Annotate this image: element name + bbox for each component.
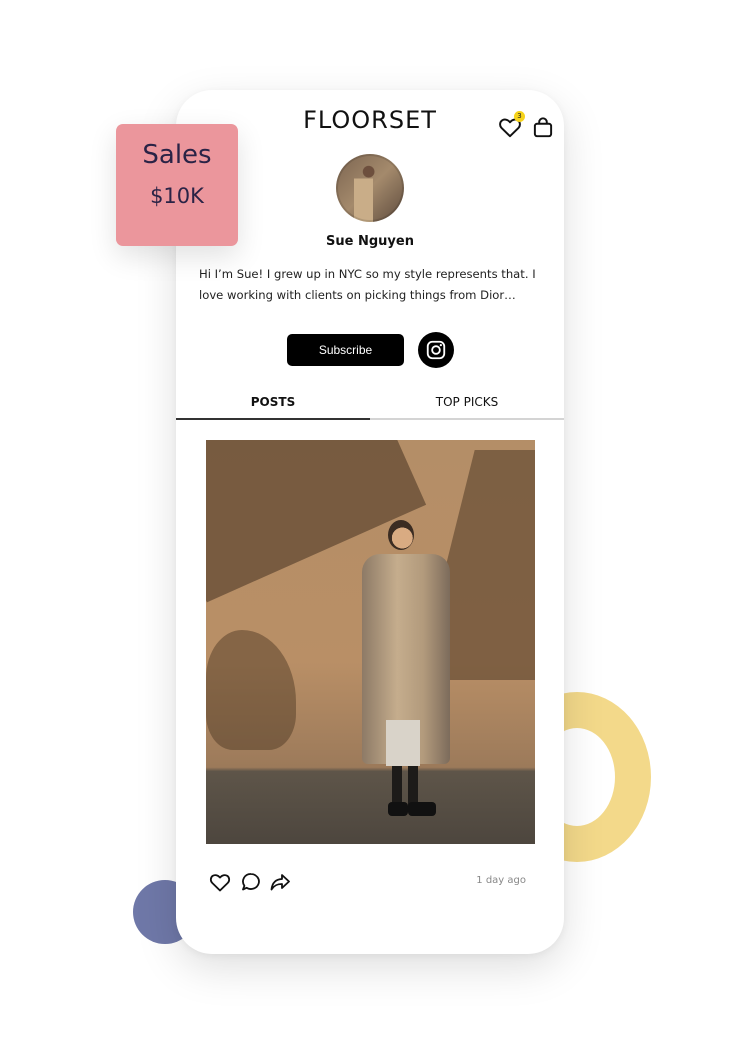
instagram-button[interactable] bbox=[418, 332, 454, 368]
like-button[interactable] bbox=[208, 870, 232, 894]
wishlist-button[interactable]: 3 bbox=[497, 111, 525, 140]
instagram-icon bbox=[426, 340, 446, 360]
post-subject bbox=[346, 520, 496, 820]
post-timestamp: 1 day ago bbox=[476, 875, 526, 886]
profile-bio: Hi I’m Sue! I grew up in NYC so my style… bbox=[199, 267, 536, 302]
comment-button[interactable] bbox=[239, 870, 263, 894]
comment-icon bbox=[242, 873, 260, 891]
share-icon bbox=[270, 874, 290, 891]
subscribe-button[interactable]: Subscribe bbox=[287, 334, 404, 366]
tab-posts[interactable]: POSTS bbox=[176, 390, 370, 420]
share-button[interactable] bbox=[268, 870, 292, 894]
sales-card: Sales $10K bbox=[116, 124, 238, 246]
profile-tabs: POSTS TOP PICKS bbox=[176, 390, 564, 420]
sales-card-value: $10K bbox=[150, 184, 204, 208]
sales-card-title: Sales bbox=[142, 140, 212, 170]
avatar[interactable] bbox=[336, 154, 404, 222]
post-image[interactable] bbox=[206, 440, 535, 844]
shopping-bag-icon bbox=[533, 117, 553, 138]
tab-top-picks[interactable]: TOP PICKS bbox=[370, 390, 564, 420]
shopping-bag-button[interactable] bbox=[530, 114, 556, 140]
wishlist-count-badge: 3 bbox=[514, 111, 525, 122]
heart-icon bbox=[209, 874, 231, 892]
